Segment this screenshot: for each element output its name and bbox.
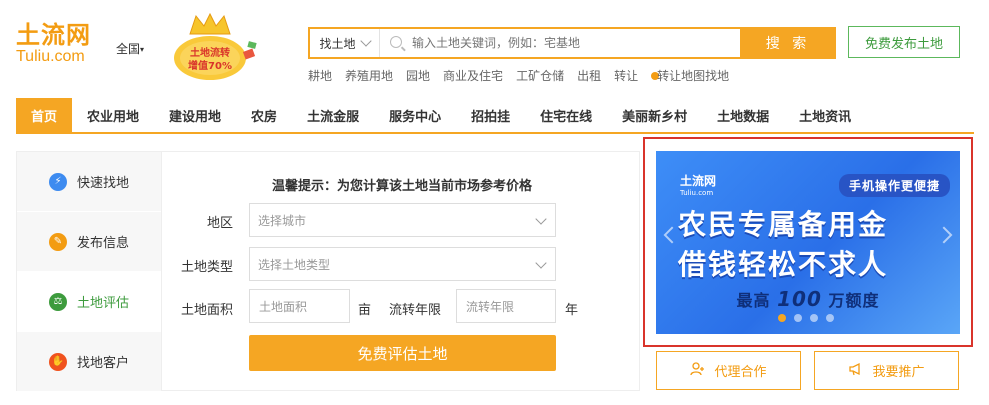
area-input[interactable]: 土地面积 [249, 289, 350, 323]
search-type-label: 找土地 [319, 36, 356, 51]
hot-link[interactable]: 园地 [406, 67, 430, 84]
map-search-label: 转让地图找地 [657, 69, 730, 83]
chevron-down-icon [535, 213, 547, 225]
region-select[interactable]: 选择城市 [249, 203, 556, 237]
site-logo[interactable]: 土流网 Tuliu.com [16, 22, 106, 70]
area-label: 土地面积 [180, 303, 233, 318]
pencil-icon: ✎ [49, 232, 67, 251]
nav-item-service[interactable]: 服务中心 [374, 98, 456, 132]
banner-sub-suffix: 万额度 [828, 291, 880, 310]
search-button[interactable]: 搜 索 [740, 27, 836, 59]
logo-text-en: Tuliu.com [16, 48, 85, 65]
banner-brand-en: Tuliu.com [680, 189, 714, 197]
tab-label: 快速找地 [77, 176, 130, 191]
map-search-link[interactable]: 转让地图找地 [651, 67, 729, 84]
hot-link[interactable]: 耕地 [308, 67, 332, 84]
tab-label: 找地客户 [77, 356, 130, 371]
region-label: 地区 [206, 216, 233, 231]
carousel-dot[interactable] [826, 314, 834, 322]
hot-link[interactable]: 商业及住宅 [443, 67, 503, 84]
carousel-dot[interactable] [810, 314, 818, 322]
banner-sub-prefix: 最高 [736, 291, 771, 310]
search-type-dropdown[interactable]: 找土地 [310, 29, 380, 57]
agent-cooperation-button[interactable]: 代理合作 [656, 351, 801, 390]
region-select-placeholder: 选择城市 [258, 213, 307, 228]
chevron-down-icon [535, 257, 547, 269]
hot-search-links: 耕地 养殖用地 园地 商业及住宅 工矿仓储 出租 转让 转让地图找地 [308, 67, 729, 84]
term-label: 流转年限 [388, 303, 441, 318]
tab-label: 土地评估 [77, 296, 130, 311]
land-type-label: 土地类型 [180, 260, 233, 275]
publish-land-button[interactable]: 免费发布土地 [848, 26, 960, 58]
nav-item-land-data[interactable]: 土地数据 [702, 98, 784, 132]
land-type-select[interactable]: 选择土地类型 [249, 247, 556, 281]
area-unit: 亩 [358, 303, 372, 318]
city-selector[interactable]: 全国▾ [116, 40, 144, 57]
tab-publish-info[interactable]: ✎ 发布信息 [17, 212, 161, 272]
tab-land-evaluation[interactable]: ⚖ 土地评估 [17, 272, 161, 332]
lightning-icon: ⚡ [49, 172, 67, 191]
city-label: 全国 [116, 42, 141, 56]
search-icon [390, 36, 402, 48]
nav-item-finance[interactable]: 土流金服 [292, 98, 374, 132]
tab-label: 发布信息 [77, 236, 130, 251]
search-input[interactable] [380, 29, 740, 57]
evaluate-button[interactable]: 免费评估土地 [249, 335, 556, 371]
nav-item-village[interactable]: 美丽新乡村 [607, 98, 702, 132]
nav-item-news[interactable]: 土地资讯 [784, 98, 866, 132]
banner-sub-amount: 100 [777, 287, 822, 311]
banner-brand: 土流网 Tuliu.com [680, 175, 716, 199]
user-plus-icon [690, 361, 706, 381]
area-placeholder: 土地面积 [259, 299, 308, 314]
svg-text:土地流转: 土地流转 [190, 46, 230, 59]
search-bar: 找土地 搜 索 [308, 27, 836, 59]
loan-banner[interactable]: 土流网 Tuliu.com 手机操作更便捷 农民专属备用金 借钱轻松不求人 最高… [656, 151, 960, 334]
hot-link[interactable]: 出租 [577, 67, 601, 84]
banner-brand-cn: 土流网 [680, 174, 717, 188]
side-tabs: ⚡ 快速找地 ✎ 发布信息 ⚖ 土地评估 ✋ 找地客户 [17, 152, 161, 392]
tab-find-customers[interactable]: ✋ 找地客户 [17, 332, 161, 392]
carousel-dots [778, 314, 834, 322]
banner-tag: 手机操作更便捷 [838, 174, 950, 197]
hot-link[interactable]: 转让 [614, 67, 638, 84]
nav-item-construction[interactable]: 建设用地 [154, 98, 236, 132]
promo-badge-image: 土地流转 增值70% [160, 12, 268, 84]
divider [161, 152, 162, 390]
nav-item-housing[interactable]: 住宅在线 [525, 98, 607, 132]
land-type-placeholder: 选择土地类型 [258, 257, 331, 272]
term-placeholder: 流转年限 [466, 299, 515, 314]
megaphone-icon [848, 361, 864, 381]
nav-item-auction[interactable]: 招拍挂 [456, 98, 525, 132]
nav-item-farmhouse[interactable]: 农房 [236, 98, 292, 132]
nav-item-home[interactable]: 首页 [16, 98, 73, 132]
banner-headline-2: 借钱轻松不求人 [678, 248, 889, 281]
tab-quick-search[interactable]: ⚡ 快速找地 [17, 152, 161, 212]
term-unit: 年 [565, 303, 579, 318]
hot-link[interactable]: 工矿仓储 [516, 67, 564, 84]
hot-link[interactable]: 养殖用地 [345, 67, 393, 84]
scale-icon: ⚖ [49, 292, 67, 311]
main-nav: 首页 农业用地 建设用地 农房 土流金服 服务中心 招拍挂 住宅在线 美丽新乡村… [16, 98, 974, 134]
promote-button[interactable]: 我要推广 [814, 351, 959, 390]
carousel-dot[interactable] [794, 314, 802, 322]
logo-text-cn: 土流网 [16, 21, 91, 49]
chevron-right-icon[interactable] [935, 226, 953, 244]
caret-down-icon: ▾ [140, 45, 145, 54]
chevron-down-icon [359, 35, 372, 47]
form-title: 温馨提示：为您计算该土地当前市场参考价格 [272, 179, 533, 194]
banner-subline: 最高 100 万额度 [656, 287, 960, 311]
agent-cooperation-label: 代理合作 [714, 365, 767, 380]
carousel-dot[interactable] [778, 314, 786, 322]
nav-item-agricultural[interactable]: 农业用地 [72, 98, 154, 132]
handshake-icon: ✋ [49, 352, 67, 371]
evaluation-panel: ⚡ 快速找地 ✎ 发布信息 ⚖ 土地评估 ✋ 找地客户 温馨提示：为您计算该土地… [16, 151, 640, 392]
banner-headline-1: 农民专属备用金 [678, 208, 889, 241]
promote-label: 我要推广 [872, 365, 925, 380]
term-input[interactable]: 流转年限 [456, 289, 556, 323]
svg-text:增值70%: 增值70% [188, 59, 232, 72]
